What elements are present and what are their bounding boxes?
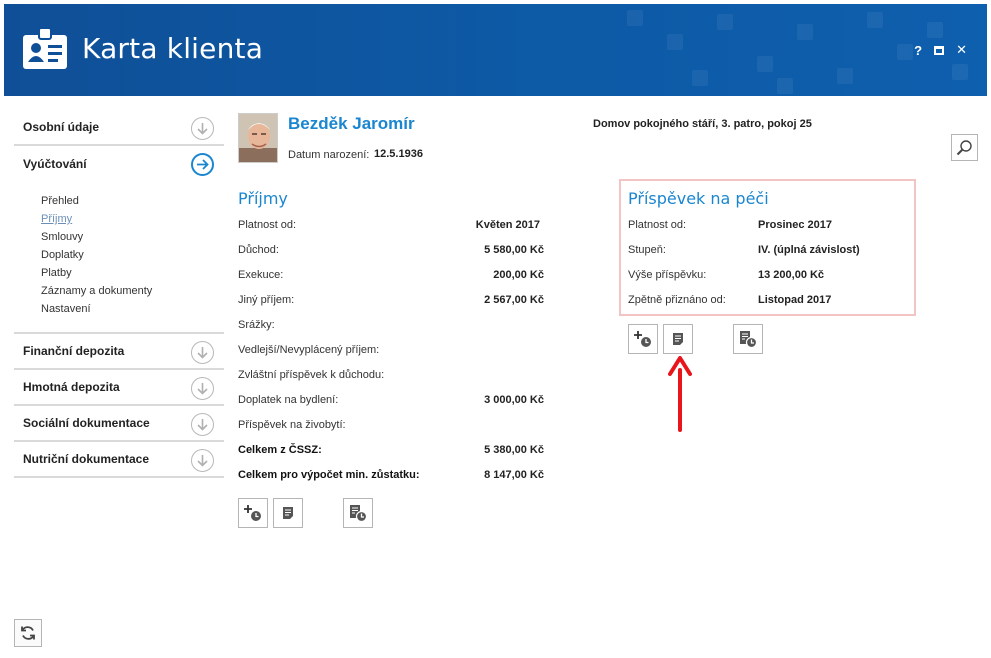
sidebar-item-financni-depozita[interactable]: Finanční depozita [14, 334, 224, 370]
submenu-item-doplatky[interactable]: Doplatky [41, 246, 224, 264]
sidebar-item-label: Hmotná depozita [23, 380, 120, 394]
client-card-icon [23, 27, 67, 69]
income-label: Důchod: [238, 244, 279, 256]
sidebar-item-label: Nutriční dokumentace [23, 452, 150, 466]
submenu-item-prijmy[interactable]: Příjmy [41, 210, 224, 228]
refresh-icon [21, 626, 35, 640]
care-label: Zpětně přiznáno od: [628, 294, 726, 306]
history-icon [740, 331, 758, 349]
submenu-item-zaznamy[interactable]: Záznamy a dokumenty [41, 282, 224, 300]
magnifier-icon [956, 140, 972, 156]
care-add-history-button[interactable] [628, 324, 658, 354]
income-detail-button[interactable] [273, 498, 303, 528]
close-button[interactable]: ✕ [956, 42, 967, 58]
sidebar: Osobní údaje Vyúčtování Přehled Příjmy S… [14, 110, 224, 478]
document-icon [673, 333, 683, 345]
dob-value: 12.5.1936 [374, 148, 423, 160]
care-label: Platnost od: [628, 219, 687, 231]
client-photo [238, 113, 278, 163]
income-value: 5 580,00 Kč [484, 244, 544, 256]
submenu-item-smlouvy[interactable]: Smlouvy [41, 228, 224, 246]
annotation-arrow-icon [668, 356, 692, 432]
help-button[interactable]: ? [914, 43, 922, 58]
care-value: 13 200,00 Kč [758, 269, 825, 281]
income-total-value: 8 147,00 Kč [484, 469, 544, 481]
income-label: Jiný příjem: [238, 294, 295, 306]
add-history-icon [244, 505, 261, 521]
sidebar-item-nutricni-dokumentace[interactable]: Nutriční dokumentace [14, 442, 224, 478]
sidebar-item-label: Finanční depozita [23, 344, 125, 358]
care-value: Listopad 2017 [758, 294, 832, 306]
sidebar-item-hmotna-depozita[interactable]: Hmotná depozita [14, 370, 224, 406]
submenu-item-nastaveni[interactable]: Nastavení [41, 300, 224, 318]
income-label: Exekuce: [238, 269, 284, 281]
income-label: Doplatek na bydlení: [238, 394, 339, 406]
sidebar-item-socialni-dokumentace[interactable]: Sociální dokumentace [14, 406, 224, 442]
care-label: Výše příspěvku: [628, 269, 707, 281]
arrow-down-icon[interactable] [191, 377, 214, 400]
client-name: Bezděk Jaromír [288, 114, 415, 133]
arrow-right-icon[interactable] [191, 153, 214, 176]
care-value: IV. (úplná závislost) [758, 244, 860, 256]
dob-label: Datum narození: [288, 149, 370, 161]
window-controls: ? ✕ [914, 42, 967, 58]
maximize-button[interactable] [934, 45, 945, 55]
income-label: Vedlejší/Nevyplácený příjem: [238, 344, 380, 356]
income-value: 3 000,00 Kč [484, 394, 544, 406]
sidebar-item-osobni-udaje[interactable]: Osobní údaje [14, 110, 224, 146]
income-label: Příspěvek na živobytí: [238, 419, 346, 431]
sidebar-item-label: Vyúčtování [23, 157, 87, 171]
sidebar-item-label: Sociální dokumentace [23, 416, 150, 430]
income-value: 200,00 Kč [493, 269, 544, 281]
care-label: Stupeň: [628, 244, 666, 256]
add-history-icon [634, 331, 651, 347]
income-add-history-button[interactable] [238, 498, 268, 528]
income-history-button[interactable] [343, 498, 373, 528]
sidebar-submenu-vyuctovani: Přehled Příjmy Smlouvy Doplatky Platby Z… [14, 182, 224, 334]
care-detail-button[interactable] [663, 324, 693, 354]
income-value: Květen 2017 [475, 219, 540, 231]
arrow-down-icon[interactable] [191, 117, 214, 140]
sidebar-item-vyuctovani[interactable]: Vyúčtování [14, 146, 224, 182]
income-label: Srážky: [238, 319, 275, 331]
sidebar-item-label: Osobní údaje [23, 120, 100, 134]
search-button[interactable] [951, 134, 978, 161]
app-header: Karta klienta ? ✕ [4, 4, 987, 96]
arrow-down-icon[interactable] [191, 413, 214, 436]
history-icon [350, 505, 368, 523]
income-total-label: Celkem z ČSSZ: [238, 444, 322, 456]
submenu-item-prehled[interactable]: Přehled [41, 192, 224, 210]
income-label: Platnost od: [238, 219, 297, 231]
income-value: 2 567,00 Kč [484, 294, 544, 306]
income-title: Příjmy [238, 189, 288, 208]
income-total-label: Celkem pro výpočet min. zůstatku: [238, 469, 420, 481]
care-value: Prosinec 2017 [758, 219, 832, 231]
care-history-button[interactable] [733, 324, 763, 354]
refresh-button[interactable] [14, 619, 42, 647]
income-label: Zvláštní příspěvek k důchodu: [238, 369, 385, 381]
care-title: Příspěvek na péči [628, 189, 769, 208]
client-location: Domov pokojného stáří, 3. patro, pokoj 2… [593, 118, 812, 130]
app-title: Karta klienta [82, 32, 264, 65]
document-icon [283, 507, 293, 519]
income-total-value: 5 380,00 Kč [484, 444, 544, 456]
arrow-down-icon[interactable] [191, 341, 214, 364]
arrow-down-icon[interactable] [191, 449, 214, 472]
submenu-item-platby[interactable]: Platby [41, 264, 224, 282]
